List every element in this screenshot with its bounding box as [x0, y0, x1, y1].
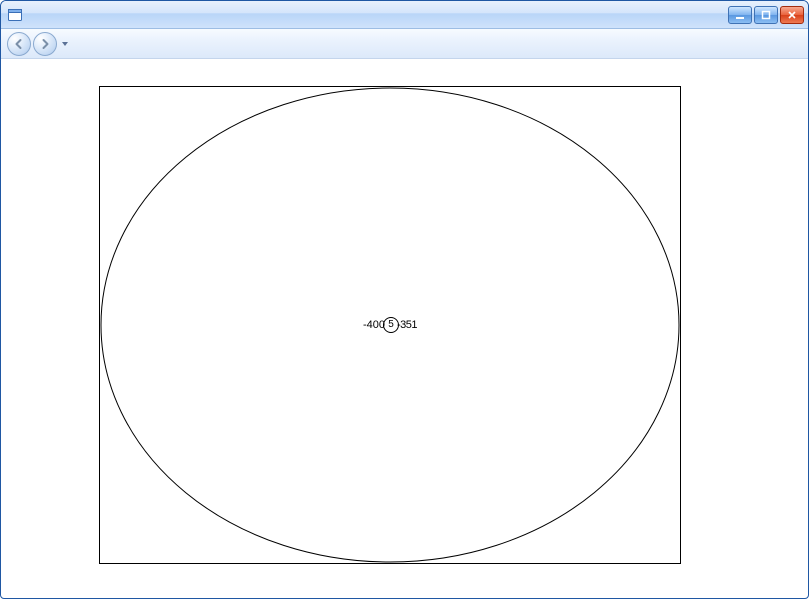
- center-label-right: -351: [397, 319, 417, 331]
- back-button[interactable]: [7, 32, 31, 56]
- window-control-buttons: [728, 6, 804, 24]
- forward-button[interactable]: [33, 32, 57, 56]
- titlebar: [1, 1, 808, 29]
- app-window: -400 5 -351: [0, 0, 809, 599]
- app-icon: [7, 7, 23, 23]
- maximize-button[interactable]: [754, 6, 778, 24]
- center-label-group: -400 5 -351: [363, 317, 417, 333]
- nav-history-dropdown[interactable]: [59, 32, 71, 56]
- content-area: -400 5 -351: [5, 61, 804, 594]
- close-button[interactable]: [780, 6, 804, 24]
- minimize-button[interactable]: [728, 6, 752, 24]
- canvas-rectangle: -400 5 -351: [99, 86, 681, 564]
- navigation-bar: [1, 29, 808, 59]
- center-label-left: -400: [363, 319, 385, 331]
